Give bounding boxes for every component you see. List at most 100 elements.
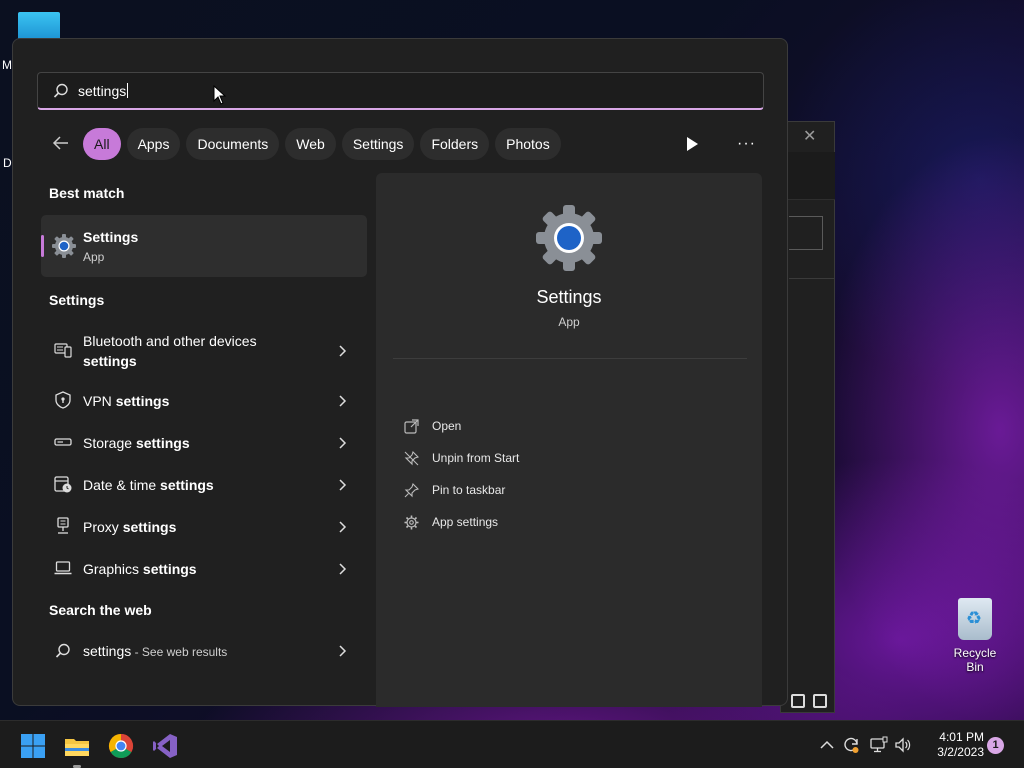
graphics-laptop-icon — [54, 561, 72, 575]
app-settings-gear-icon — [404, 515, 419, 530]
search-icon — [53, 83, 68, 98]
settings-gear-icon — [536, 205, 602, 271]
close-icon[interactable]: ✕ — [803, 126, 816, 146]
filter-chip-web[interactable]: Web — [285, 128, 336, 160]
recycle-bin-label: Recycle Bin — [953, 646, 997, 674]
search-query-text: settings — [78, 83, 127, 99]
clock-time: 4:01 PM — [939, 730, 984, 744]
bluetooth-devices-icon — [54, 343, 72, 358]
divider — [789, 278, 835, 279]
filter-chip-all[interactable]: All — [83, 128, 121, 160]
preview-pane: Settings App Open Unpin from Start Pin t… — [376, 173, 762, 707]
chevron-right-icon — [339, 479, 347, 491]
window-header — [781, 152, 835, 200]
action-unpin-from-start[interactable]: Unpin from Start — [404, 448, 704, 472]
back-arrow-icon[interactable] — [51, 133, 71, 153]
filter-chip-photos[interactable]: Photos — [495, 128, 561, 160]
result-label-text: Graphics — [83, 561, 140, 577]
best-match-subtitle: App — [83, 250, 105, 264]
search-box[interactable]: settings — [37, 72, 764, 110]
best-match-heading: Best match — [49, 185, 125, 201]
result-label-bold: settings — [122, 519, 177, 535]
visual-studio-icon[interactable] — [152, 733, 178, 759]
more-options-icon[interactable]: ··· — [737, 135, 756, 153]
search-the-web-heading: Search the web — [49, 602, 152, 618]
action-label: Open — [432, 419, 462, 433]
result-label: Storage settings — [83, 433, 190, 453]
result-label: Date & time settings — [83, 475, 214, 495]
web-query-text: settings — [83, 643, 132, 659]
preview-app-type: App — [558, 315, 580, 329]
volume-icon[interactable] — [894, 736, 912, 754]
result-label-bold: settings — [115, 393, 170, 409]
result-label-line1: Bluetooth and other devices — [83, 333, 257, 349]
divider — [393, 358, 747, 359]
result-label-text: Storage — [83, 435, 133, 451]
recycle-bin[interactable]: ♻ Recycle Bin — [944, 598, 1006, 674]
chevron-right-icon — [339, 437, 347, 449]
clock-date: 3/2/2023 — [937, 745, 984, 759]
show-hidden-icons-chevron-icon[interactable] — [818, 736, 836, 754]
result-label-bold: settings — [135, 435, 190, 451]
settings-gear-icon — [52, 234, 76, 258]
result-storage-settings[interactable]: Storage settings — [41, 423, 367, 463]
result-label-line2: settings — [83, 353, 137, 369]
chevron-right-icon — [339, 645, 347, 657]
storage-icon — [54, 438, 72, 446]
date-time-icon — [54, 476, 72, 493]
large-icons-view-icon[interactable] — [813, 694, 827, 708]
result-label: Graphics settings — [83, 559, 197, 579]
system-clock[interactable]: 4:01 PM 3/2/2023 — [918, 730, 984, 760]
result-label-text: Proxy — [83, 519, 119, 535]
sync-update-icon[interactable] — [842, 736, 860, 754]
result-web-search[interactable]: settings - See web results — [41, 631, 367, 671]
action-open[interactable]: Open — [404, 416, 704, 440]
file-explorer-icon[interactable] — [64, 733, 90, 759]
details-view-icon[interactable] — [791, 694, 805, 708]
recycle-bin-icon: ♻ — [958, 598, 992, 640]
result-proxy-settings[interactable]: Proxy settings — [41, 507, 367, 547]
chrome-icon[interactable] — [108, 733, 134, 759]
vpn-shield-icon — [55, 391, 71, 409]
windows-start-icon[interactable] — [20, 733, 46, 759]
action-label: App settings — [432, 515, 499, 529]
desktop-icon-label-fragment: D — [3, 156, 12, 170]
result-label-text: VPN — [83, 393, 112, 409]
best-match-title: Settings — [83, 229, 139, 245]
search-input[interactable]: settings — [78, 83, 129, 99]
open-icon — [404, 419, 419, 434]
result-date-time-settings[interactable]: Date & time settings — [41, 465, 367, 505]
filter-chip-apps[interactable]: Apps — [126, 128, 181, 160]
filter-chip-documents[interactable]: Documents — [186, 128, 280, 160]
result-vpn-settings[interactable]: VPN settings — [41, 381, 367, 421]
result-label-bold: settings — [142, 561, 197, 577]
chevron-right-icon — [339, 521, 347, 533]
action-label: Unpin from Start — [432, 451, 520, 465]
unpin-icon — [404, 451, 419, 466]
search-icon — [55, 643, 70, 658]
text-caret — [127, 83, 129, 98]
chevron-right-icon — [339, 563, 347, 575]
chevron-right-icon — [339, 345, 347, 357]
result-graphics-settings[interactable]: Graphics settings — [41, 549, 367, 589]
filter-chip-settings[interactable]: Settings — [341, 128, 415, 160]
pin-taskbar-icon — [404, 483, 419, 498]
selection-indicator — [41, 235, 44, 257]
network-icon[interactable] — [870, 736, 888, 754]
background-window: ✕ — [780, 121, 835, 713]
result-label: Proxy settings — [83, 517, 176, 537]
action-pin-to-taskbar[interactable]: Pin to taskbar — [404, 480, 704, 504]
result-label-text: Date & time — [83, 477, 157, 493]
action-label: Pin to taskbar — [432, 483, 506, 497]
best-match-item[interactable]: Settings App — [41, 215, 367, 277]
more-filters-play-icon[interactable] — [685, 136, 699, 152]
result-label: settings - See web results — [83, 641, 227, 662]
window-field — [789, 216, 823, 250]
search-panel: settings All Apps Documents Web Settings… — [12, 38, 788, 707]
action-app-settings[interactable]: App settings — [404, 512, 704, 536]
taskbar: 4:01 PM 3/2/2023 1 — [0, 720, 1024, 768]
result-bluetooth-settings[interactable]: Bluetooth and other devices settings — [41, 327, 367, 375]
notification-badge[interactable]: 1 — [987, 737, 1004, 754]
filter-chip-folders[interactable]: Folders — [420, 128, 490, 160]
settings-heading: Settings — [49, 292, 105, 308]
